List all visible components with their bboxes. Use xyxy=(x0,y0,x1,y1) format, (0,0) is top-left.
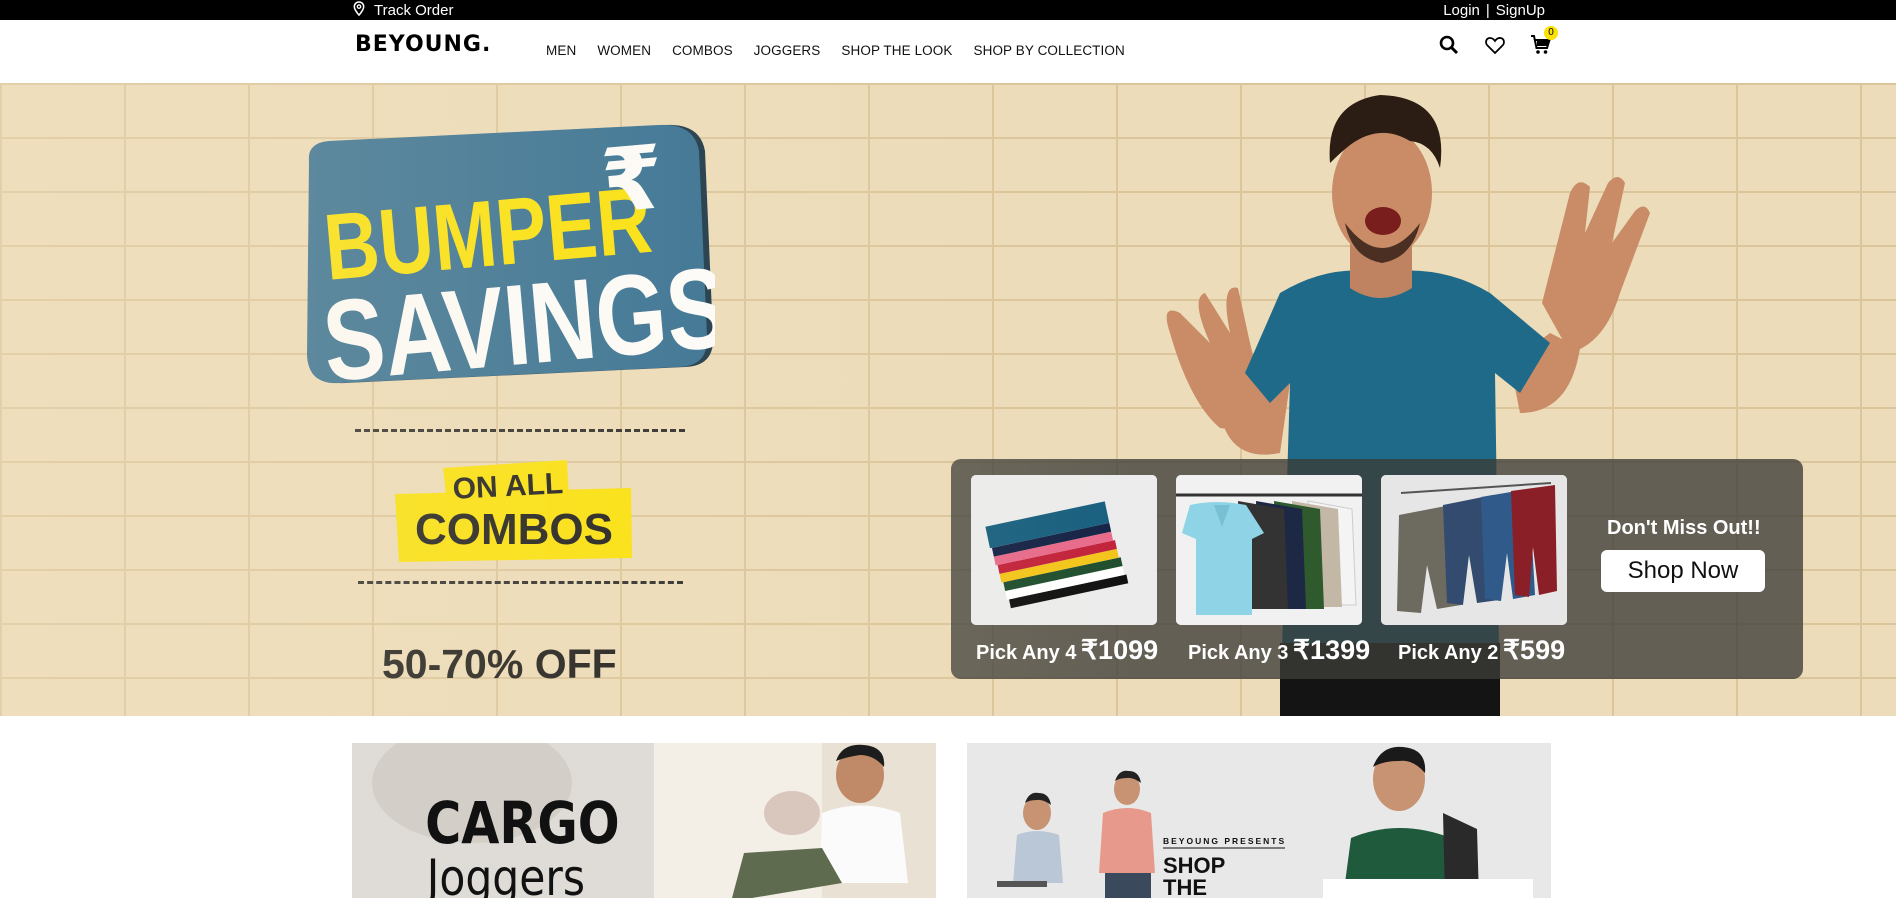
bumper-savings-badge: BUMPER ₹ SAVINGS xyxy=(307,124,715,391)
brand-logo[interactable]: BEYOUNG. xyxy=(355,32,491,57)
dont-miss-out-heading: Don't Miss Out!! xyxy=(1607,517,1761,539)
cargo-joggers-tile[interactable]: CARGO Joggers xyxy=(352,743,936,898)
nav-item-women[interactable]: WOMEN xyxy=(597,43,651,58)
location-pin-icon xyxy=(352,0,366,20)
on-all-text: ON ALL xyxy=(452,467,564,506)
top-bar: Track Order Login | SignUp xyxy=(0,0,1896,20)
joggers-text: Joggers xyxy=(424,849,585,898)
main-header: BEYOUNG. MEN WOMEN COMBOS JOGGERS SHOP T… xyxy=(0,20,1896,84)
signup-link[interactable]: SignUp xyxy=(1496,2,1545,19)
track-order-link[interactable]: Track Order xyxy=(352,0,453,20)
nav-item-shop-by-collection[interactable]: SHOP BY COLLECTION xyxy=(973,43,1124,58)
polo-shirts-image xyxy=(1176,475,1362,625)
combo-product-card[interactable] xyxy=(1381,475,1567,625)
hero-banner[interactable]: BUMPER ₹ SAVINGS ON ALL COMBOS 50-70% OF… xyxy=(0,83,1896,716)
nav-item-joggers[interactable]: JOGGERS xyxy=(754,43,821,58)
wishlist-heart-icon[interactable] xyxy=(1484,34,1506,56)
on-all-combos-label: ON ALL COMBOS xyxy=(395,460,632,562)
header-icons: 0 xyxy=(1438,26,1558,56)
offer-label: Pick Any 2 ₹599 xyxy=(1398,635,1566,665)
dashed-divider xyxy=(355,429,685,432)
cargo-text: CARGO xyxy=(425,789,620,857)
auth-links: Login | SignUp xyxy=(1443,0,1545,20)
nav-item-men[interactable]: MEN xyxy=(546,43,576,58)
offer-label: Pick Any 3 ₹1399 xyxy=(1188,635,1371,665)
combo-product-card[interactable] xyxy=(1176,475,1362,625)
main-nav: MEN WOMEN COMBOS JOGGERS SHOP THE LOOK S… xyxy=(546,20,1125,80)
shorts-image xyxy=(1381,475,1567,625)
nav-item-combos[interactable]: COMBOS xyxy=(672,43,733,58)
nav-item-shop-the-look[interactable]: SHOP THE LOOK xyxy=(841,43,952,58)
shop-the-look-image: BEYOUNG PRESENTS SHOP THE xyxy=(967,743,1551,898)
combo-product-card[interactable] xyxy=(971,475,1157,625)
beyoung-presents-text: BEYOUNG PRESENTS xyxy=(1163,836,1286,846)
track-order-label: Track Order xyxy=(374,1,454,19)
the-text: THE xyxy=(1163,875,1207,898)
cargo-joggers-image: CARGO Joggers xyxy=(352,743,936,898)
shop-the-look-tile[interactable]: BEYOUNG PRESENTS SHOP THE xyxy=(967,743,1551,898)
rupee-symbol: ₹ xyxy=(597,125,667,233)
shop-now-button[interactable]: Shop Now xyxy=(1601,550,1765,592)
login-link[interactable]: Login xyxy=(1443,2,1480,19)
dashed-divider xyxy=(358,581,683,584)
combos-text: COMBOS xyxy=(415,505,613,554)
search-icon[interactable] xyxy=(1438,34,1460,56)
cart-count-badge: 0 xyxy=(1544,26,1558,40)
offer-label: Pick Any 4 ₹1099 xyxy=(976,635,1159,665)
folded-tshirts-image xyxy=(971,475,1157,625)
auth-separator: | xyxy=(1485,1,1490,19)
cart-icon[interactable]: 0 xyxy=(1530,26,1558,56)
combo-offers-panel: Pick Any 4 ₹1099 Pick Any 3 ₹1399 Pick A… xyxy=(951,459,1803,679)
discount-text: 50-70% OFF xyxy=(382,641,617,687)
